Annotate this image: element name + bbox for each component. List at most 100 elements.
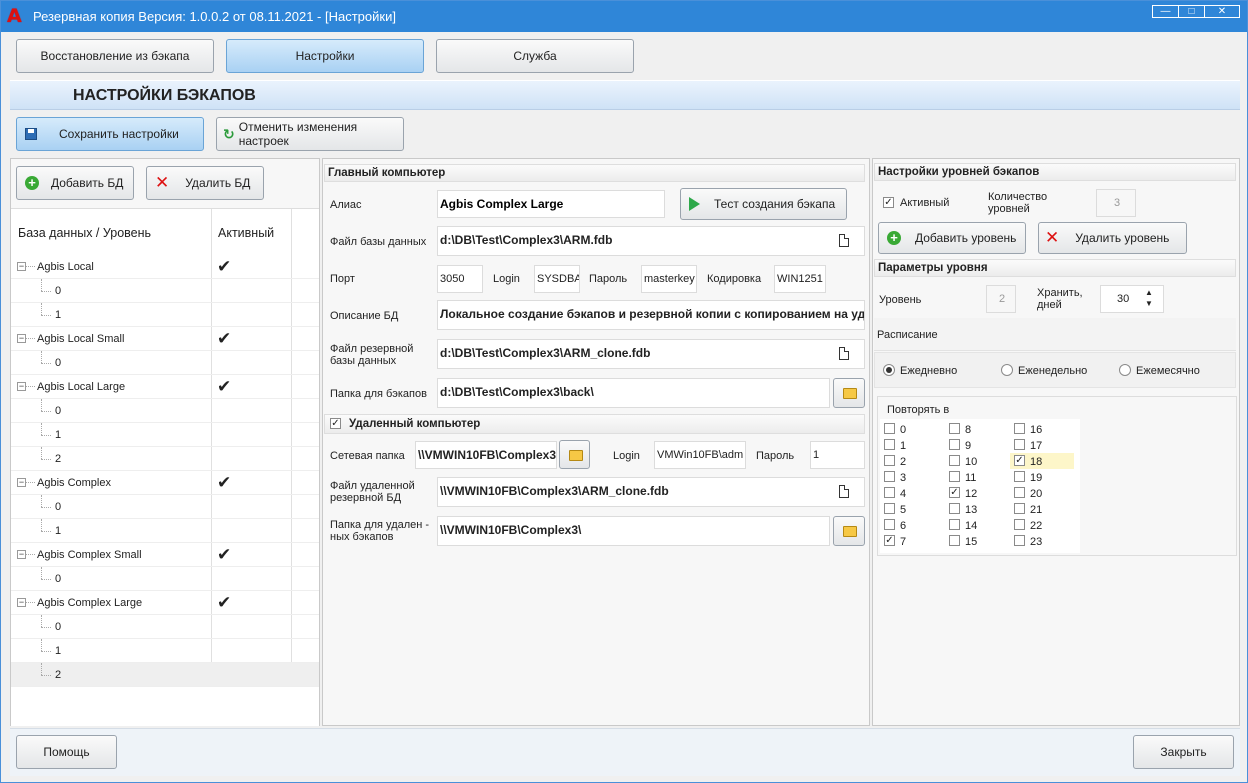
collapse-icon[interactable]: −	[17, 598, 26, 607]
hour-checkbox[interactable]	[949, 535, 960, 546]
tree-row-database[interactable]: − Agbis Local Small ✔	[11, 327, 319, 351]
hour-checkbox[interactable]	[884, 487, 895, 498]
hour-option[interactable]: ✓ 18	[1010, 453, 1074, 469]
browse-file-icon[interactable]	[839, 234, 849, 247]
browse-folder-button[interactable]	[833, 378, 865, 408]
add-db-button[interactable]: + Добавить БД	[16, 166, 134, 200]
delete-db-button[interactable]: ✕ Удалить БД	[146, 166, 264, 200]
hour-option[interactable]: 21	[1010, 501, 1074, 517]
hour-option[interactable]: 13	[945, 501, 1009, 517]
hour-option[interactable]: 22	[1010, 517, 1074, 533]
port-input[interactable]: 3050	[437, 265, 483, 293]
test-backup-button[interactable]: Тест создания бэкапа	[680, 188, 847, 220]
remote-folder-input[interactable]: \\VMWIN10FB\Complex3\	[437, 516, 830, 546]
active-check-icon[interactable]: ✔	[217, 377, 231, 397]
collapse-icon[interactable]: −	[17, 382, 26, 391]
browse-remote-folder-button[interactable]	[833, 516, 865, 546]
hour-option[interactable]: 11	[945, 469, 1009, 485]
collapse-icon[interactable]: −	[17, 334, 26, 343]
encoding-input[interactable]: WIN1251	[774, 265, 826, 293]
tab-restore[interactable]: Восстановление из бэкапа	[16, 39, 214, 73]
close-window-button[interactable]: ✕	[1204, 5, 1240, 18]
netfolder-input[interactable]: \\VMWIN10FB\Complex3\	[415, 441, 557, 469]
hour-option[interactable]: 19	[1010, 469, 1074, 485]
schedule-weekly-radio[interactable]	[1001, 364, 1013, 376]
active-check-icon[interactable]: ✔	[217, 257, 231, 277]
hour-checkbox[interactable]: ✓	[884, 535, 895, 546]
hour-checkbox[interactable]	[1014, 535, 1025, 546]
backup-folder-input[interactable]: d:\DB\Test\Complex3\back\	[437, 378, 830, 408]
tree-row-level[interactable]: 0	[11, 567, 319, 591]
hour-checkbox[interactable]	[884, 455, 895, 466]
hour-option[interactable]: 23	[1010, 533, 1074, 549]
tree-row-level[interactable]: 0	[11, 495, 319, 519]
hour-option[interactable]: 4	[880, 485, 944, 501]
maximize-button[interactable]: □	[1178, 5, 1205, 18]
tab-settings[interactable]: Настройки	[226, 39, 424, 73]
collapse-icon[interactable]: −	[17, 262, 26, 271]
browse-backup-file-icon[interactable]	[839, 347, 849, 360]
password-input[interactable]: masterkey	[641, 265, 697, 293]
hour-checkbox[interactable]	[1014, 471, 1025, 482]
hour-checkbox[interactable]	[1014, 423, 1025, 434]
dbfile-input[interactable]: d:\DB\Test\Complex3\ARM.fdb	[437, 226, 865, 256]
collapse-icon[interactable]: −	[17, 550, 26, 559]
active-check-icon[interactable]: ✔	[217, 545, 231, 565]
tree-row-database[interactable]: − Agbis Local Large ✔	[11, 375, 319, 399]
hour-checkbox[interactable]	[884, 471, 895, 482]
hour-checkbox[interactable]	[949, 519, 960, 530]
hour-option[interactable]: 9	[945, 437, 1009, 453]
hour-checkbox[interactable]	[1014, 487, 1025, 498]
tree-row-database[interactable]: − Agbis Complex ✔	[11, 471, 319, 495]
schedule-daily-radio[interactable]	[883, 364, 895, 376]
alias-input[interactable]	[437, 190, 665, 218]
hour-option[interactable]: 1	[880, 437, 944, 453]
hour-option[interactable]: 20	[1010, 485, 1074, 501]
tree-row-level[interactable]: 1	[11, 639, 319, 663]
delete-level-button[interactable]: ✕ Удалить уровень	[1038, 222, 1187, 254]
hour-checkbox[interactable]	[884, 519, 895, 530]
active-check-icon[interactable]: ✔	[217, 473, 231, 493]
hour-checkbox[interactable]: ✓	[949, 487, 960, 498]
tree-row-level[interactable]: 1	[11, 303, 319, 327]
browse-remote-file-icon[interactable]	[839, 485, 849, 498]
hour-checkbox[interactable]	[1014, 503, 1025, 514]
tree-row-level[interactable]: 0	[11, 615, 319, 639]
tree-row-database[interactable]: − Agbis Complex Small ✔	[11, 543, 319, 567]
hour-option[interactable]: 0	[880, 421, 944, 437]
hour-checkbox[interactable]	[1014, 439, 1025, 450]
cancel-changes-button[interactable]: ↻ Отменить изменения настроек	[216, 117, 404, 151]
add-level-button[interactable]: + Добавить уровень	[878, 222, 1026, 254]
help-button[interactable]: Помощь	[16, 735, 117, 769]
hour-checkbox[interactable]	[1014, 519, 1025, 530]
collapse-icon[interactable]: −	[17, 478, 26, 487]
login-input[interactable]: SYSDBA	[534, 265, 580, 293]
level-active-checkbox[interactable]: ✓	[883, 197, 894, 208]
browse-netfolder-button[interactable]	[559, 440, 590, 469]
tree-row-level[interactable]: 0	[11, 399, 319, 423]
tree-row-level[interactable]: 1	[11, 423, 319, 447]
hour-checkbox[interactable]	[949, 423, 960, 434]
keep-days-input[interactable]: 30	[1100, 285, 1164, 313]
hour-option[interactable]: ✓ 12	[945, 485, 1009, 501]
tree-row-database[interactable]: − Agbis Complex Large ✔	[11, 591, 319, 615]
hour-checkbox[interactable]	[949, 503, 960, 514]
active-check-icon[interactable]: ✔	[217, 593, 231, 613]
hour-option[interactable]: 8	[945, 421, 1009, 437]
save-settings-button[interactable]: Сохранить настройки	[16, 117, 204, 151]
active-check-icon[interactable]: ✔	[217, 329, 231, 349]
hour-option[interactable]: 3	[880, 469, 944, 485]
hour-option[interactable]: 10	[945, 453, 1009, 469]
tab-service[interactable]: Служба	[436, 39, 634, 73]
remote-file-input[interactable]: \\VMWIN10FB\Complex3\ARM_clone.fdb	[437, 477, 865, 507]
hour-checkbox[interactable]	[884, 503, 895, 514]
hour-checkbox[interactable]	[884, 423, 895, 434]
close-button[interactable]: Закрыть	[1133, 735, 1234, 769]
tree-row-level[interactable]: 0	[11, 279, 319, 303]
hour-checkbox[interactable]	[884, 439, 895, 450]
minimize-button[interactable]: —	[1152, 5, 1179, 18]
remote-password-input[interactable]: 1	[810, 441, 865, 469]
tree-row-level[interactable]: 1	[11, 519, 319, 543]
tree-row-level[interactable]: 0	[11, 351, 319, 375]
tree-row-database[interactable]: − Agbis Local ✔	[11, 255, 319, 279]
